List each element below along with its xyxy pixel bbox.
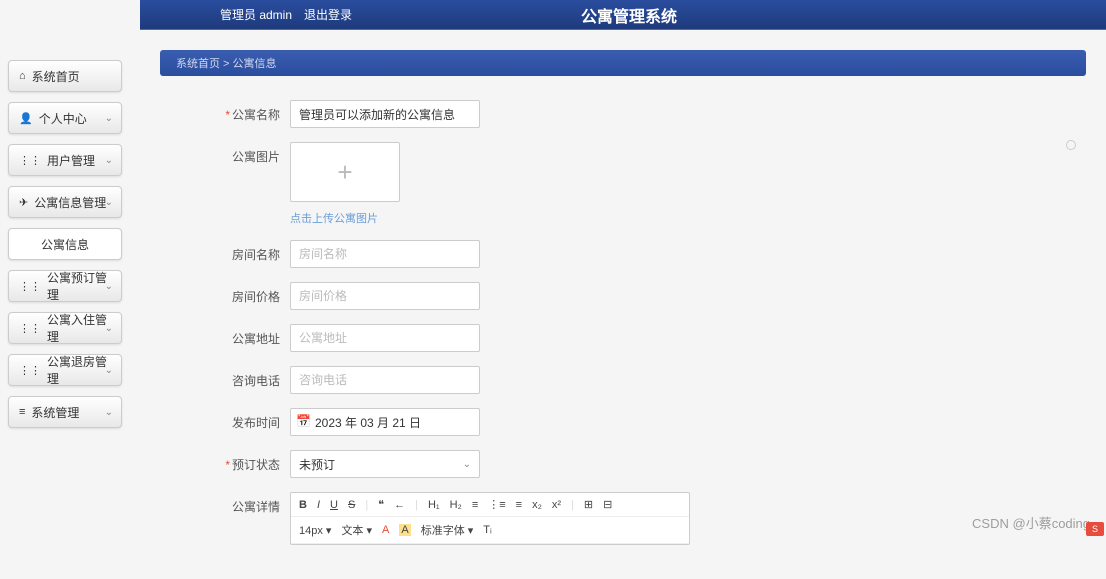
fontsize-select[interactable]: 14px ▾ [299,524,331,537]
underline-icon[interactable]: U [330,499,338,511]
chevron-down-icon: ⌄ [105,155,113,166]
row-apt-addr: 公寓地址 [220,324,860,352]
row-phone: 咨询电话 [220,366,860,394]
bgcolor-icon[interactable]: A [399,524,410,536]
menu-icon: ≡ [19,406,25,418]
label-apt-name: *公寓名称 [220,100,290,123]
label-pub-date: 发布时间 [220,408,290,431]
chevron-down-icon: ⌄ [105,197,113,208]
sidebar-label: 用户管理 [47,152,95,169]
list-ol-icon[interactable]: ≡ [472,499,478,511]
italic-icon[interactable]: I [317,499,320,511]
plus-icon: + [337,157,352,188]
admin-label: 管理员 admin [220,6,292,23]
sidebar-item-home[interactable]: ⌂ 系统首页 [8,60,122,92]
sidebar-item-apartment-info-mgr[interactable]: ✈ 公寓信息管理 ⌄ [8,186,122,218]
apt-name-input[interactable] [290,100,480,128]
row-apt-name: *公寓名称 [220,100,860,128]
grid-icon: ⋮⋮ [19,280,41,293]
user-icon: 👤 [19,112,33,125]
outdent-icon[interactable]: ⊟ [603,498,612,511]
indent-icon[interactable]: ⊞ [584,498,593,511]
sidebar-item-apartment-info[interactable]: 公寓信息 [8,228,122,260]
form: *公寓名称 公寓图片 + 点击上传公寓图片 房间名称 房间价格 公寓地址 [160,100,860,545]
calendar-icon: 📅 [296,414,311,428]
chevron-down-icon: ⌄ [105,323,113,334]
grid-icon: ⋮⋮ [19,322,41,335]
room-name-input[interactable] [290,240,480,268]
row-detail: 公寓详情 B I U S | ❝ ← | H₁ H₂ ≡ ⋮≡ ≡ x₂ [220,492,860,545]
row-apt-image: 公寓图片 + 点击上传公寓图片 [220,142,860,226]
sidebar-label: 公寓入住管理 [47,311,111,345]
send-icon: ✈ [19,196,28,209]
row-book-status: *预订状态 未预订 ⌄ [220,450,860,478]
row-room-price: 房间价格 [220,282,860,310]
rich-editor[interactable]: B I U S | ❝ ← | H₁ H₂ ≡ ⋮≡ ≡ x₂ x² | ⊞ [290,492,690,545]
strike-icon[interactable]: S [348,499,355,511]
row-pub-date: 发布时间 📅 [220,408,860,436]
sidebar-item-system[interactable]: ≡ 系统管理 ⌄ [8,396,122,428]
grid-icon: ⋮⋮ [19,154,41,167]
undo-icon[interactable]: ← [394,499,405,511]
label-apt-addr: 公寓地址 [220,324,290,347]
select-value: 未预订 [299,456,335,473]
sidebar-label: 个人中心 [39,110,87,127]
apt-addr-input[interactable] [290,324,480,352]
sidebar-item-checkout[interactable]: ⋮⋮ 公寓退房管理 ⌄ [8,354,122,386]
quote-icon[interactable]: ❝ [378,498,384,511]
pub-date-input[interactable] [290,408,480,436]
align-icon[interactable]: ≡ [516,499,522,511]
subscript-icon[interactable]: x₂ [532,499,542,511]
ime-icon: S [1086,522,1104,536]
sidebar: ⌂ 系统首页 👤 个人中心 ⌄ ⋮⋮ 用户管理 ⌄ ✈ 公寓信息管理 ⌄ 公寓信… [0,50,130,438]
editor-toolbar: B I U S | ❝ ← | H₁ H₂ ≡ ⋮≡ ≡ x₂ x² | ⊞ [291,493,689,517]
list-ul-icon[interactable]: ⋮≡ [488,498,505,511]
sidebar-label: 公寓信息 [41,236,89,253]
sidebar-label: 系统首页 [32,68,80,85]
chevron-down-icon: ⌄ [105,407,113,418]
help-icon[interactable] [1066,140,1076,150]
row-room-name: 房间名称 [220,240,860,268]
sidebar-label: 公寓预订管理 [47,269,111,303]
h1-icon[interactable]: H₁ [428,499,440,511]
main-content: 系统首页 > 公寓信息 *公寓名称 公寓图片 + 点击上传公寓图片 房间名称 房… [140,30,1106,579]
sidebar-label: 公寓退房管理 [47,353,111,387]
breadcrumb: 系统首页 > 公寓信息 [160,50,1086,76]
sidebar-item-profile[interactable]: 👤 个人中心 ⌄ [8,102,122,134]
bold-icon[interactable]: B [299,499,307,511]
book-status-select[interactable]: 未预订 ⌄ [290,450,480,478]
sidebar-item-booking[interactable]: ⋮⋮ 公寓预订管理 ⌄ [8,270,122,302]
logout-link[interactable]: 退出登录 [304,6,352,23]
chevron-down-icon: ⌄ [105,281,113,292]
chevron-down-icon: ⌄ [105,113,113,124]
superscript-icon[interactable]: x² [552,499,561,511]
app-title: 公寓管理系统 [352,3,1086,27]
label-room-name: 房间名称 [220,240,290,263]
upload-image-box[interactable]: + [290,142,400,202]
room-price-input[interactable] [290,282,480,310]
upload-hint[interactable]: 点击上传公寓图片 [290,210,400,226]
chevron-down-icon: ⌄ [463,459,471,470]
home-icon: ⌂ [19,70,26,82]
sidebar-item-checkin[interactable]: ⋮⋮ 公寓入住管理 ⌄ [8,312,122,344]
fontfamily-select[interactable]: 标准字体 ▾ [421,522,474,538]
label-detail: 公寓详情 [220,492,290,515]
sidebar-label: 公寓信息管理 [34,194,106,211]
fontcolor-icon[interactable]: A [382,524,389,536]
h2-icon[interactable]: H₂ [450,499,462,511]
sidebar-label: 系统管理 [31,404,79,421]
top-header: 管理员 admin 退出登录 公寓管理系统 [140,0,1106,30]
texttype-select[interactable]: 文本 ▾ [341,522,372,538]
phone-input[interactable] [290,366,480,394]
sidebar-item-users[interactable]: ⋮⋮ 用户管理 ⌄ [8,144,122,176]
label-apt-image: 公寓图片 [220,142,290,165]
clear-format-icon[interactable]: Tᵢ [483,524,491,536]
label-room-price: 房间价格 [220,282,290,305]
editor-toolbar-2: 14px ▾ 文本 ▾ A A 标准字体 ▾ Tᵢ [291,517,689,544]
label-phone: 咨询电话 [220,366,290,389]
chevron-down-icon: ⌄ [105,365,113,376]
label-book-status: *预订状态 [220,450,290,473]
grid-icon: ⋮⋮ [19,364,41,377]
watermark: CSDN @小蔡coding [972,513,1090,532]
